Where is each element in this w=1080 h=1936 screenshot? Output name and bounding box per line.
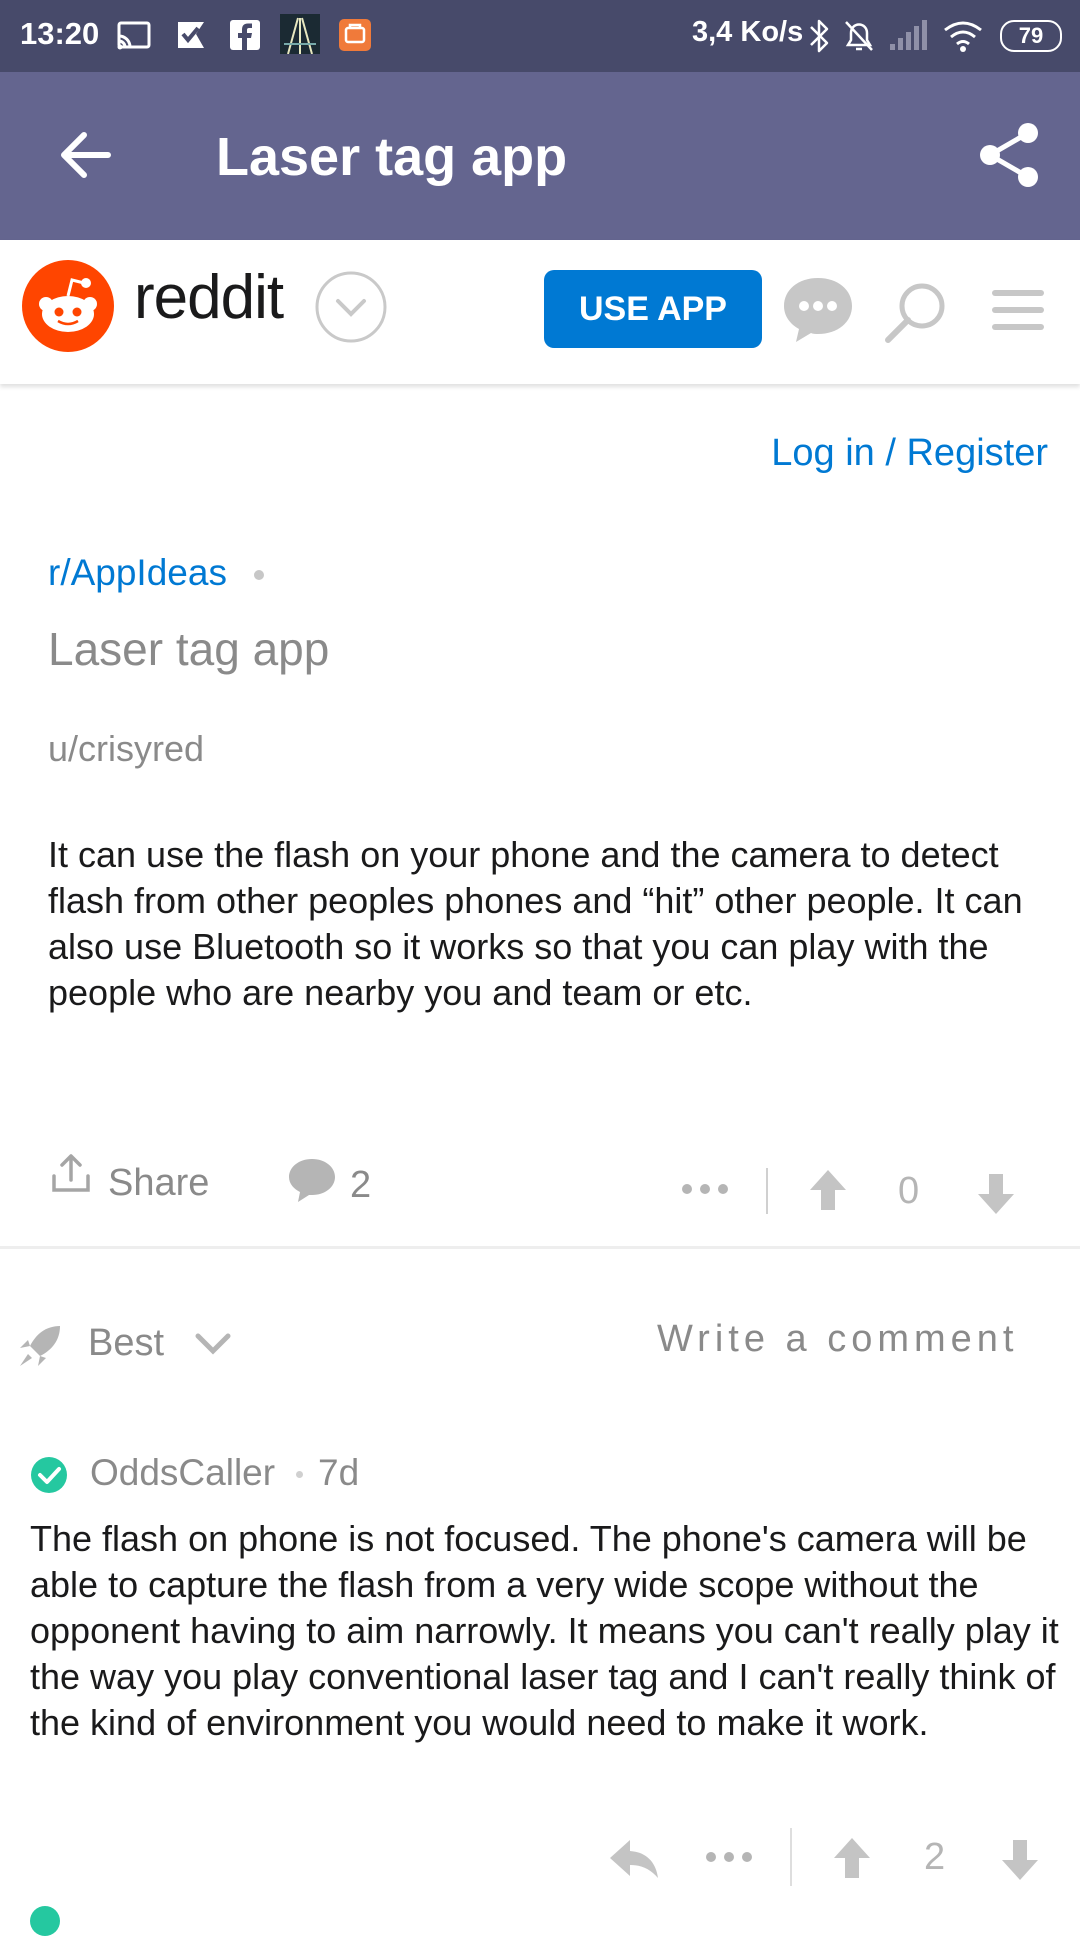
app-thumbnail-icon: [280, 14, 320, 54]
post-body: It can use the flash on your phone and t…: [48, 834, 1023, 1013]
reply-icon[interactable]: [608, 1836, 660, 1880]
post-score: 0: [898, 1170, 920, 1212]
rocket-icon: [20, 1326, 60, 1366]
verified-check-icon: [31, 1457, 67, 1493]
post-title: Laser tag app: [48, 623, 330, 675]
sort-label[interactable]: Best: [88, 1322, 164, 1365]
reddit-header: reddit USE APP: [0, 240, 1080, 384]
subreddit-link[interactable]: r/AppIdeas: [48, 552, 227, 594]
upvote-icon[interactable]: [808, 1168, 848, 1212]
next-comment-avatar: [30, 1906, 60, 1936]
sort-chevron-icon[interactable]: [194, 1330, 232, 1358]
reddit-logo-icon[interactable]: [22, 260, 114, 352]
post-author[interactable]: u/crisyred: [48, 728, 204, 770]
comment-upvote-icon[interactable]: [832, 1836, 872, 1880]
comment-score: 2: [924, 1836, 946, 1878]
cast-icon: [117, 21, 151, 50]
comment-more-icon[interactable]: [704, 1850, 754, 1864]
status-time: 13:20: [20, 16, 100, 51]
menu-icon[interactable]: [990, 286, 1046, 334]
bell-muted-icon: [845, 21, 873, 51]
facebook-icon: [230, 20, 260, 50]
back-arrow-icon[interactable]: [56, 126, 114, 184]
share-icon[interactable]: [978, 122, 1040, 188]
orange-app-icon: [339, 19, 371, 51]
downvote-icon[interactable]: [976, 1172, 1016, 1216]
comment-body: The flash on phone is not focused. The p…: [30, 1518, 1059, 1743]
bluetooth-icon: [810, 19, 829, 53]
comment-downvote-icon[interactable]: [1000, 1838, 1040, 1882]
notification-check-icon: [178, 22, 204, 48]
write-comment-button[interactable]: Write a comment: [657, 1318, 1018, 1361]
login-register-link[interactable]: Log in / Register: [771, 432, 1048, 475]
comment-age: 7d: [318, 1452, 360, 1493]
reddit-wordmark[interactable]: reddit: [134, 262, 284, 333]
section-divider: [0, 1246, 1080, 1249]
actions-divider: [766, 1168, 768, 1214]
separator-dot: [254, 570, 264, 580]
upload-share-icon[interactable]: [50, 1152, 92, 1194]
more-options-icon[interactable]: [680, 1182, 730, 1196]
page-title: Laser tag app: [216, 127, 568, 187]
comment-count: 2: [350, 1164, 372, 1206]
status-bar: 13:20 3,4 Ko/s 79: [0, 0, 1080, 72]
signal-icon: [890, 20, 927, 50]
comment-username[interactable]: OddsCaller: [90, 1452, 275, 1494]
comment-separator-dot: [296, 1471, 303, 1478]
app-bar: Laser tag app: [0, 72, 1080, 240]
comment-actions-divider: [790, 1828, 792, 1886]
wifi-icon: [944, 21, 982, 52]
chat-icon[interactable]: [780, 274, 856, 346]
comment-bubble-icon[interactable]: [286, 1156, 338, 1204]
search-icon[interactable]: [882, 280, 948, 346]
network-speed: 3,4 Ko/s: [692, 16, 804, 48]
battery-indicator: 79: [1000, 20, 1062, 52]
share-button[interactable]: Share: [108, 1162, 209, 1205]
use-app-button[interactable]: USE APP: [544, 270, 762, 348]
chevron-down-icon[interactable]: [314, 270, 388, 344]
